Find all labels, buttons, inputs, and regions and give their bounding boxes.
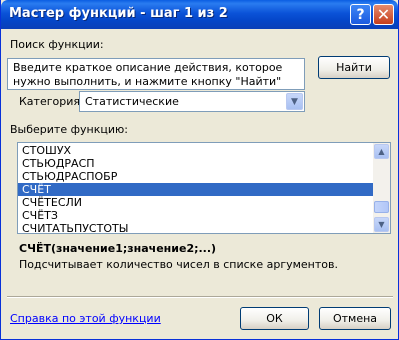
dialog-title: Мастер функций - шаг 1 из 2 [9, 6, 228, 21]
function-wizard-dialog: Мастер функций - шаг 1 из 2 ? ✕ Поиск фу… [0, 0, 399, 340]
list-item[interactable]: СТЬЮДРАСПОБР [18, 170, 373, 183]
list-item[interactable]: СТОШУХ [18, 144, 373, 157]
title-bar[interactable]: Мастер функций - шаг 1 из 2 ? ✕ [1, 0, 398, 29]
function-list-label: Выберите функцию: [10, 123, 128, 136]
category-value: Статистические [85, 95, 179, 108]
ok-button[interactable]: ОК [240, 307, 309, 330]
chevron-down-icon[interactable]: ▼ [286, 93, 303, 110]
list-item[interactable]: СЧЁТЕСЛИ [18, 196, 373, 209]
cancel-button[interactable]: Отмена [319, 307, 391, 330]
close-button[interactable]: ✕ [373, 4, 394, 25]
search-label: Поиск функции: [10, 38, 104, 51]
help-button[interactable]: ? [350, 4, 371, 25]
function-signature: СЧЁТ(значение1;значение2;...) [19, 242, 217, 255]
list-item[interactable]: СЧЁТЗ [18, 209, 373, 222]
list-item[interactable]: СЧИТАТЬПУСТОТЫ [18, 222, 373, 233]
category-label: Категория: [19, 95, 84, 108]
list-item[interactable]: СТЬЮДРАСП [18, 157, 373, 170]
list-item-selected[interactable]: СЧЁТ [18, 183, 373, 196]
scroll-up-icon[interactable]: ▲ [374, 144, 389, 159]
search-input[interactable]: Введите краткое описание действия, котор… [7, 58, 305, 90]
function-description: Подсчитывает количество чисел в списке а… [19, 258, 338, 271]
find-button[interactable]: Найти [318, 56, 390, 79]
function-list[interactable]: СТОШУХ СТЬЮДРАСП СТЬЮДРАСПОБР СЧЁТ СЧЁТЕ… [17, 142, 391, 234]
scroll-down-icon[interactable]: ▼ [374, 217, 389, 232]
function-help-link[interactable]: Справка по этой функции [10, 312, 161, 325]
list-scrollbar[interactable]: ▲ ▼ [373, 143, 390, 233]
category-select[interactable]: Статистические ▼ [79, 91, 305, 112]
help-icon: ? [356, 6, 365, 23]
close-icon: ✕ [376, 5, 391, 24]
scroll-thumb[interactable] [374, 201, 389, 213]
divider [7, 296, 393, 298]
